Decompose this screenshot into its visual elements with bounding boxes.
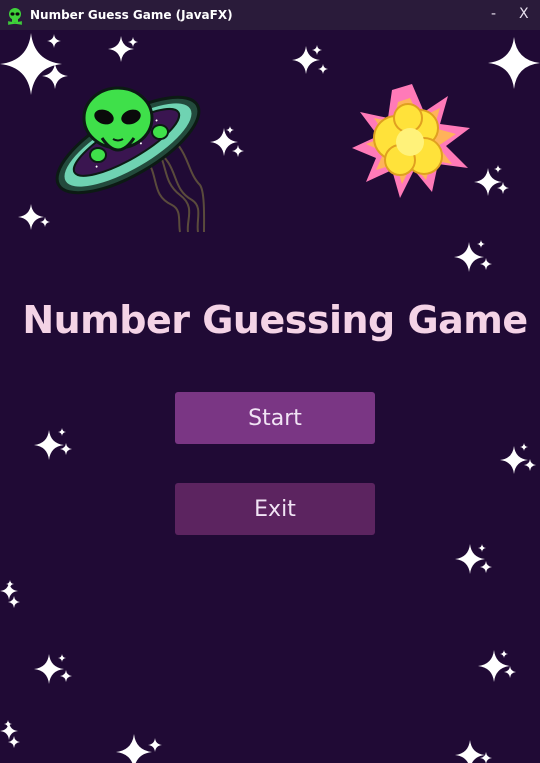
sparkle-star-icon (34, 428, 72, 460)
sparkle-star-icon (454, 240, 492, 272)
minimize-button[interactable]: - (491, 6, 496, 22)
sparkle-star-icon (108, 36, 138, 62)
sparkle-star-icon (455, 544, 492, 574)
sparkle-star-icon (500, 443, 536, 474)
alien-ufo-illustration (55, 86, 206, 233)
sparkle-star-icon (210, 126, 244, 157)
sparkle-star-icon (18, 204, 50, 230)
title-bar[interactable]: Number Guess Game (JavaFX) - X (0, 0, 540, 30)
sparkle-star-icon (488, 37, 540, 89)
sparkle-star-icon (478, 650, 516, 682)
alien-skull-icon (7, 8, 23, 25)
game-window: Number Guess Game (JavaFX) - X Number Gu… (0, 0, 540, 763)
explosion-illustration (352, 84, 470, 198)
sparkle-star-icon (292, 45, 328, 74)
exit-button[interactable]: Exit (175, 483, 375, 535)
sparkle-star-icon (455, 740, 492, 763)
close-button[interactable]: X (519, 6, 529, 22)
start-button[interactable]: Start (175, 392, 375, 444)
sparkle-star-icon (0, 33, 68, 95)
sparkle-star-icon (0, 720, 20, 748)
sparkle-star-icon (34, 654, 72, 684)
sparkle-star-icon (0, 580, 20, 608)
sparkle-star-icon (474, 165, 509, 196)
page-title: Number Guessing Game (22, 298, 528, 342)
window-title: Number Guess Game (JavaFX) (30, 8, 233, 22)
sparkle-star-icon (116, 734, 162, 763)
